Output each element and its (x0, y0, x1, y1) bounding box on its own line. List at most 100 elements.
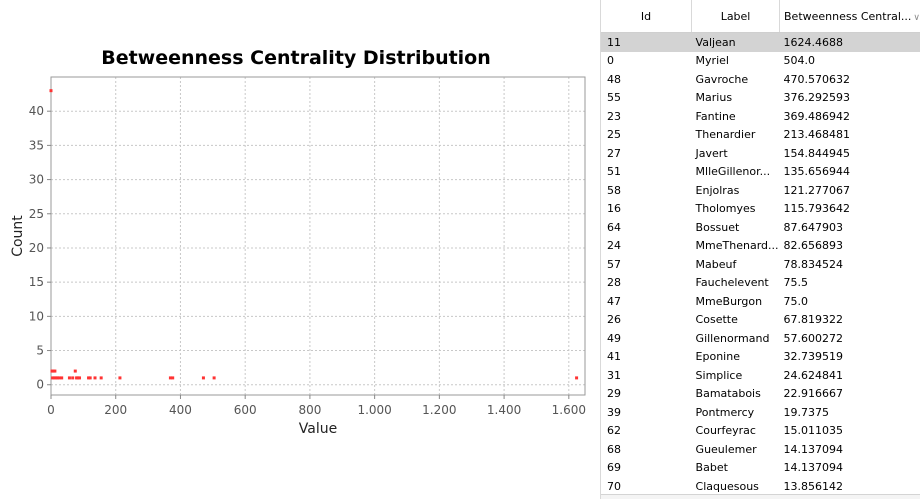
cell-betweenness: 15.011035 (783, 424, 844, 438)
table-row[interactable]: 27 Javert 154.844945 (601, 144, 920, 163)
cell-label: Courfeyrac (695, 424, 756, 438)
cell-betweenness: 369.486942 (783, 109, 850, 123)
table-row[interactable]: 68 Gueulemer 14.137094 (601, 440, 920, 459)
data-point (118, 376, 122, 380)
x-tick-label: 400 (169, 403, 192, 417)
cell-id: 29 (607, 387, 621, 401)
results-table-panel: Id Label Betweenness Central... ∨ 11 Valje… (600, 0, 920, 499)
table-row[interactable]: 47 MmeBurgon 75.0 (601, 292, 920, 311)
y-tick-label: 0 (36, 378, 44, 392)
cell-id: 27 (607, 146, 621, 160)
cell-label: Javert (695, 146, 728, 160)
table-row[interactable]: 0 Myriel 504.0 (601, 52, 920, 71)
results-table: Id Label Betweenness Central... ∨ 11 Valje… (601, 0, 920, 496)
table-row[interactable]: 16 Tholomyes 115.793642 (601, 200, 920, 219)
cell-id: 23 (607, 109, 621, 123)
column-header-betweenness[interactable]: Betweenness Central... ∨ (779, 0, 920, 33)
cell-id: 11 (601, 32, 692, 52)
table-row[interactable]: 49 Gillenormand 57.600272 (601, 329, 920, 348)
x-tick-label: 200 (104, 403, 127, 417)
cell-label: Marius (695, 91, 733, 105)
cell-label: Thenardier (695, 128, 756, 142)
y-tick-label: 10 (29, 309, 44, 323)
data-points (49, 89, 579, 380)
cell-betweenness: 376.292593 (783, 91, 850, 105)
cell-label: Fauchelevent (695, 276, 769, 290)
table-row[interactable]: 55 Marius 376.292593 (601, 89, 920, 108)
table-row[interactable]: 70 Claquesous 13.856142 (601, 477, 920, 496)
cell-label: MmeBurgon (695, 294, 763, 308)
table-row[interactable]: 28 Fauchelevent 75.5 (601, 274, 920, 293)
table-row[interactable]: 31 Simplice 24.624841 (601, 366, 920, 385)
data-point (88, 376, 92, 380)
data-point (171, 376, 175, 380)
plot-frame (50, 76, 586, 396)
table-row[interactable]: 39 Pontmercy 19.7375 (601, 403, 920, 422)
cell-id: 31 (607, 368, 621, 382)
cell-id: 57 (607, 257, 621, 271)
cell-id: 41 (607, 350, 621, 364)
chart-panel: Betweenness Centrality Distribution 0 200… (0, 0, 600, 499)
betweenness-chart: Betweenness Centrality Distribution 0 200… (10, 47, 586, 437)
cell-label: Valjean (691, 32, 780, 52)
table-row[interactable]: 58 Enjolras 121.277067 (601, 181, 920, 200)
cell-betweenness: 67.819322 (783, 313, 844, 327)
cell-betweenness: 14.137094 (783, 442, 844, 456)
data-point (575, 376, 579, 380)
table-row[interactable]: 41 Eponine 32.739519 (601, 348, 920, 367)
column-header-betweenness-label: Betweenness Central... (784, 9, 912, 23)
cell-label: Pontmercy (695, 405, 755, 419)
y-tick-label: 5 (36, 344, 44, 358)
data-point (60, 376, 64, 380)
table-row[interactable]: 24 MmeThenard... 82.656893 (601, 237, 920, 256)
cell-label: Fantine (695, 109, 736, 123)
cell-betweenness: 470.570632 (783, 72, 850, 86)
cell-label: Mabeuf (695, 257, 737, 271)
cell-id: 64 (607, 220, 621, 234)
column-header-label[interactable]: Label (691, 0, 781, 33)
table-row[interactable]: 26 Cosette 67.819322 (601, 311, 920, 330)
table-row[interactable]: 29 Bamatabois 22.916667 (601, 385, 920, 404)
cell-betweenness: 135.656944 (783, 165, 850, 179)
cell-betweenness: 13.856142 (783, 479, 844, 493)
table-row[interactable]: 48 Gavroche 470.570632 (601, 70, 920, 89)
cell-betweenness: 154.844945 (783, 146, 850, 160)
x-axis-label: Value (299, 421, 337, 437)
cell-id: 25 (607, 128, 621, 142)
table-row[interactable]: 57 Mabeuf 78.834524 (601, 255, 920, 274)
cell-id: 51 (607, 165, 621, 179)
cell-betweenness: 82.656893 (783, 239, 844, 253)
y-tick-label: 35 (29, 138, 44, 152)
data-point (93, 376, 97, 380)
table-row[interactable]: 23 Fantine 369.486942 (601, 107, 920, 126)
axis-ticks: 0 200 400 600 800 1.000 1.200 1.400 1.600 0 5 10 15 2… (29, 104, 586, 417)
cell-label: Claquesous (695, 479, 759, 493)
table-header-row: Id Label Betweenness Central... ∨ (601, 0, 920, 33)
table-row[interactable]: 69 Babet 14.137094 (601, 459, 920, 478)
data-point (99, 376, 103, 380)
cell-id: 24 (607, 239, 621, 253)
y-tick-label: 40 (29, 104, 44, 118)
x-tick-label: 1.200 (422, 403, 456, 417)
cell-id: 69 (607, 461, 621, 475)
y-tick-label: 25 (29, 207, 44, 221)
cell-id: 55 (607, 91, 621, 105)
data-point (212, 376, 216, 380)
cell-label: MmeThenard... (695, 239, 779, 253)
y-tick-label: 15 (29, 275, 44, 289)
table-row[interactable]: 64 Bossuet 87.647903 (601, 218, 920, 237)
cell-label: Enjolras (695, 183, 740, 197)
column-header-id[interactable]: Id (601, 0, 693, 33)
chevron-down-icon[interactable]: ∨ (913, 13, 919, 23)
table-row[interactable]: 62 Courfeyrac 15.011035 (601, 422, 920, 441)
cell-id: 70 (607, 479, 621, 493)
cell-betweenness: 75.5 (783, 276, 809, 290)
table-row[interactable]: 25 Thenardier 213.468481 (601, 126, 920, 145)
cell-id: 16 (607, 202, 621, 216)
cell-label: Gavroche (695, 72, 749, 86)
data-point (73, 369, 77, 373)
data-point (71, 376, 75, 380)
cell-label: Bamatabois (695, 387, 761, 401)
table-row[interactable]: 11 Valjean 1624.4688 (601, 32, 920, 52)
table-row[interactable]: 51 MlleGillenor... 135.656944 (601, 163, 920, 182)
